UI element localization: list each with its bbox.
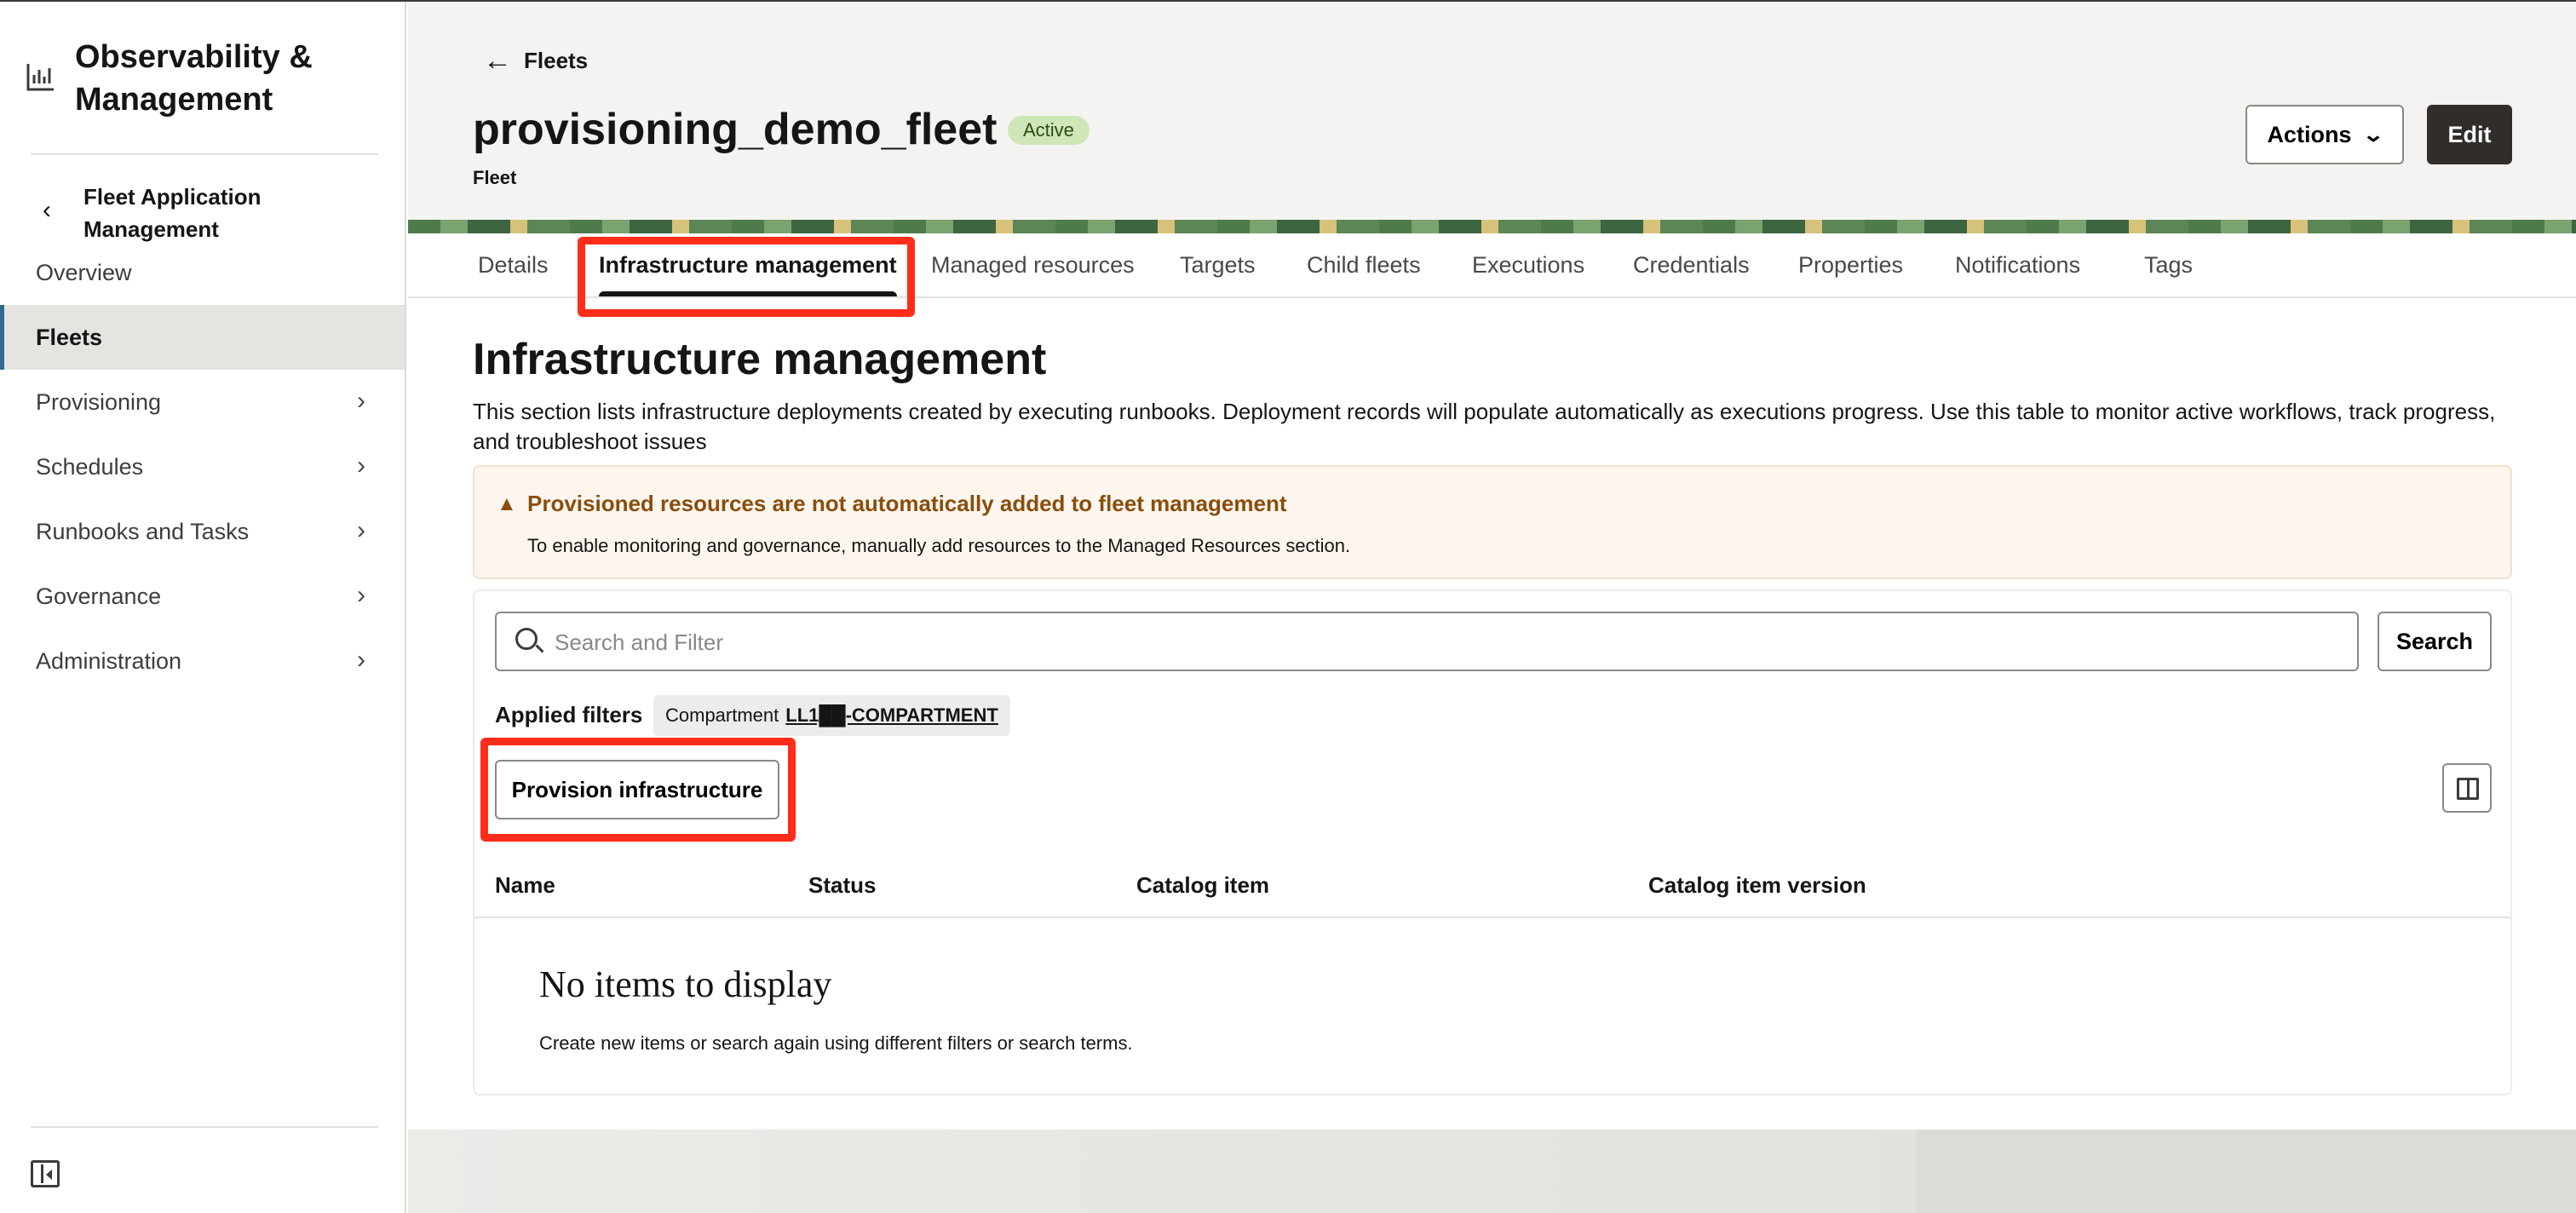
empty-state-message: Create new items or search again using d… <box>539 1032 1133 1054</box>
app-title: Observability & Management <box>26 36 399 121</box>
tab-tags[interactable]: Tags <box>2144 233 2193 296</box>
actions-button[interactable]: Actions ⌄ <box>2245 105 2404 164</box>
sidebar-item-label: Runbooks and Tasks <box>36 518 250 544</box>
search-button[interactable]: Search <box>2378 612 2492 671</box>
sidebar-back-button[interactable]: ‹ Fleet Application Management <box>43 181 322 245</box>
page-title: provisioning_demo_fleet <box>473 105 998 154</box>
page-subtitle: Fleet <box>473 167 517 188</box>
search-icon <box>515 628 538 650</box>
tab-child-fleets[interactable]: Child fleets <box>1307 233 1421 296</box>
tab-credentials[interactable]: Credentials <box>1633 233 1750 296</box>
tab-label: Tags <box>2144 251 2194 278</box>
arrow-left-icon: ← <box>483 44 512 77</box>
column-header-catalog-item[interactable]: Catalog item <box>1136 872 1269 899</box>
edit-button[interactable]: Edit <box>2427 105 2512 164</box>
chevron-right-icon: › <box>357 387 365 415</box>
app-title-text: Observability & Management <box>75 39 313 118</box>
sidebar-item-governance[interactable]: Governance › <box>0 564 405 629</box>
table-header-divider <box>474 917 2510 918</box>
warning-title: Provisioned resources are not automatica… <box>527 491 1287 516</box>
chevron-right-icon: › <box>357 451 365 480</box>
tab-executions[interactable]: Executions <box>1472 233 1584 296</box>
infrastructure-table-panel: Search Applied filters Compartment LL1██… <box>473 589 2512 1095</box>
section-title: Infrastructure management <box>473 335 1047 384</box>
chart-icon <box>26 64 54 91</box>
main-content: ← Fleets provisioning_demo_fleet Active … <box>408 2 2576 1213</box>
sidebar: Observability & Management ‹ Fleet Appli… <box>0 2 406 1213</box>
columns-icon <box>2457 778 2479 800</box>
sidebar-item-label: Governance <box>36 583 162 609</box>
button-highlight-annotation <box>480 738 796 842</box>
chevron-right-icon: › <box>357 516 365 544</box>
tab-notifications[interactable]: Notifications <box>1955 233 2080 296</box>
page-header: ← Fleets provisioning_demo_fleet Active … <box>408 2 2576 221</box>
sidebar-item-label: Overview <box>36 259 132 285</box>
tab-label: Properties <box>1798 251 1904 278</box>
sidebar-item-schedules[interactable]: Schedules › <box>0 434 405 499</box>
header-banner-image <box>408 220 2576 233</box>
tab-label: Notifications <box>1955 251 2081 278</box>
tab-label: Targets <box>1180 251 1256 278</box>
applied-filters-label: Applied filters <box>495 702 643 727</box>
empty-state-title: No items to display <box>539 963 832 1005</box>
tab-label: Executions <box>1472 251 1585 278</box>
page-footer-background <box>408 1130 2576 1213</box>
chevron-right-icon: › <box>357 646 365 674</box>
sidebar-divider <box>31 153 378 155</box>
column-header-name[interactable]: Name <box>495 872 555 899</box>
back-link-label: Fleets <box>524 48 589 73</box>
sidebar-item-label: Fleets <box>36 324 103 350</box>
sidebar-divider <box>31 1126 378 1128</box>
warning-icon: ▲ <box>497 492 517 515</box>
column-header-catalog-item-version[interactable]: Catalog item version <box>1648 872 1866 899</box>
status-badge: Active <box>1008 116 1090 145</box>
chevron-right-icon: › <box>357 581 365 609</box>
chevron-left-icon: ‹ <box>43 196 51 224</box>
sidebar-item-label: Provisioning <box>36 388 162 415</box>
sidebar-item-overview[interactable]: Overview <box>0 240 405 305</box>
actions-label: Actions <box>2267 121 2352 147</box>
sidebar-item-runbooks-and-tasks[interactable]: Runbooks and Tasks › <box>0 499 405 564</box>
collapse-sidebar-icon[interactable] <box>31 1160 60 1187</box>
sidebar-item-provisioning[interactable]: Provisioning › <box>0 370 405 434</box>
sidebar-item-administration[interactable]: Administration › <box>0 629 405 693</box>
tab-targets[interactable]: Targets <box>1180 233 1256 296</box>
column-header-status[interactable]: Status <box>808 872 876 899</box>
tab-label: Child fleets <box>1307 251 1421 278</box>
warning-text: To enable monitoring and governance, man… <box>527 535 1351 556</box>
tab-label: Credentials <box>1633 251 1750 278</box>
tab-highlight-annotation <box>578 237 915 317</box>
search-field[interactable] <box>495 612 2359 671</box>
manage-columns-button[interactable] <box>2442 763 2492 813</box>
sidebar-item-label: Administration <box>36 647 182 674</box>
filter-key: Compartment <box>665 704 779 726</box>
section-description: This section lists infrastructure deploy… <box>473 399 2496 454</box>
sidebar-back-label: Fleet Application Management <box>83 184 262 242</box>
compartment-filter-chip[interactable]: Compartment LL1██-COMPARTMENT <box>653 695 1010 736</box>
tab-managed-resources[interactable]: Managed resources <box>931 233 1135 296</box>
chevron-down-icon: ⌄ <box>2362 123 2385 147</box>
tab-details[interactable]: Details <box>478 233 549 296</box>
sidebar-nav: Overview Fleets Provisioning › Schedules… <box>0 240 405 693</box>
tab-properties[interactable]: Properties <box>1798 233 1903 296</box>
tab-label: Details <box>478 251 549 278</box>
search-input[interactable] <box>555 624 2326 661</box>
tab-label: Managed resources <box>931 251 1135 278</box>
filter-value-link[interactable]: LL1██-COMPARTMENT <box>785 704 998 727</box>
sidebar-item-fleets[interactable]: Fleets <box>0 305 405 370</box>
warning-message: ▲ Provisioned resources are not automati… <box>473 465 2512 579</box>
sidebar-item-label: Schedules <box>36 453 144 480</box>
back-to-fleets-link[interactable]: ← Fleets <box>483 44 588 78</box>
